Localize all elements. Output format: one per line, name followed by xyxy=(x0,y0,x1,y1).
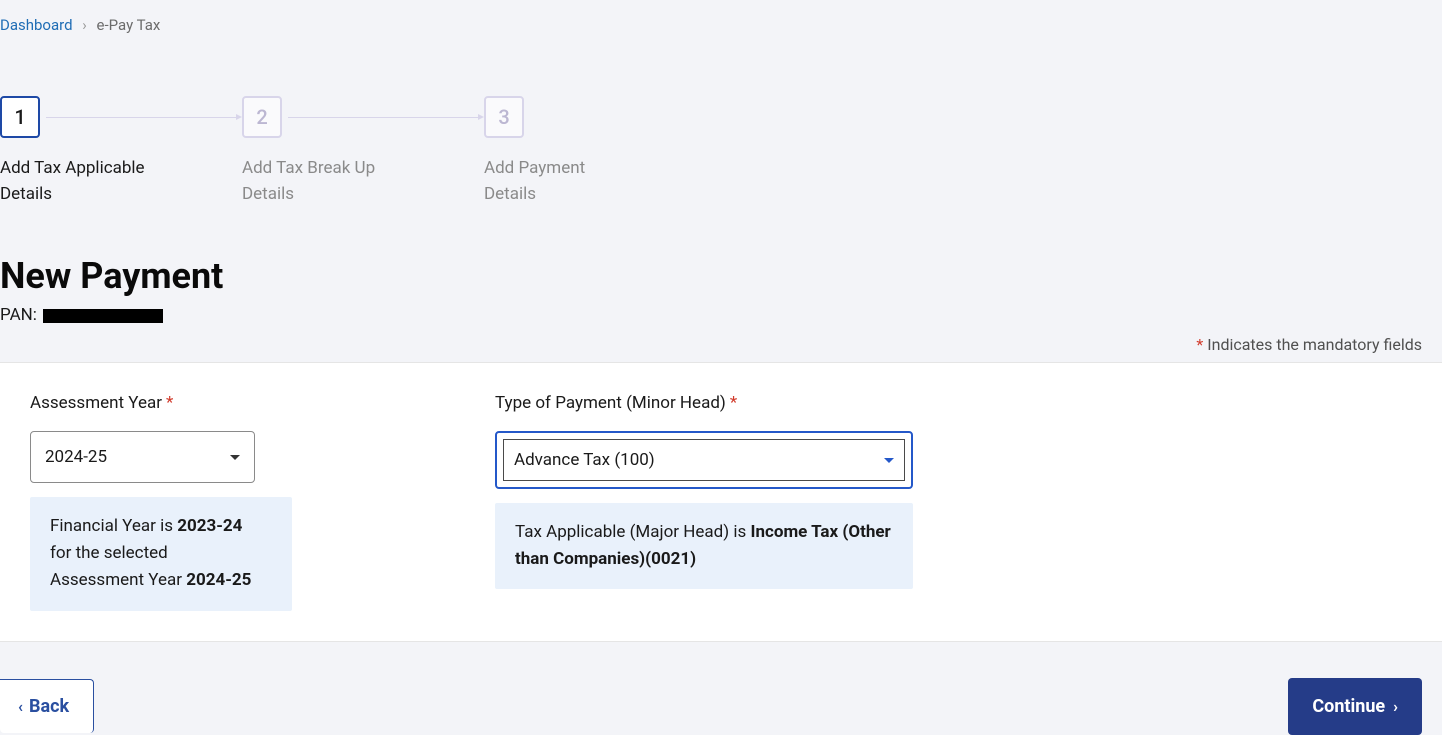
breadcrumb-separator: › xyxy=(82,16,87,34)
step-1-label: Add Tax Applicable Details xyxy=(0,156,170,207)
breadcrumb: Dashboard › e-Pay Tax xyxy=(0,0,1442,46)
assessment-year-column: Assessment Year* 2024-25 Financial Year … xyxy=(30,393,495,611)
mandatory-text: Indicates the mandatory fields xyxy=(1203,335,1422,354)
continue-button-label: Continue xyxy=(1312,696,1385,717)
footer-actions: ‹ Back Continue › xyxy=(0,642,1442,735)
step-3: 3 Add Payment Details xyxy=(484,96,624,207)
step-3-box: 3 xyxy=(484,96,524,138)
pan-value-redacted xyxy=(43,309,163,323)
chevron-left-icon: ‹ xyxy=(18,697,23,716)
step-connector-1 xyxy=(46,117,236,118)
back-button-label: Back xyxy=(29,696,69,717)
payment-type-info: Tax Applicable (Major Head) is Income Ta… xyxy=(495,503,913,589)
breadcrumb-dashboard[interactable]: Dashboard xyxy=(0,16,73,34)
payment-type-label: Type of Payment (Minor Head)* xyxy=(495,393,913,413)
step-1: 1 Add Tax Applicable Details xyxy=(0,96,242,207)
step-connector-2 xyxy=(288,117,478,118)
required-asterisk-icon: * xyxy=(730,393,737,413)
payment-type-select[interactable]: Advance Tax (100) xyxy=(495,431,913,489)
form-card: Assessment Year* 2024-25 Financial Year … xyxy=(0,362,1442,642)
required-asterisk-icon: * xyxy=(166,393,173,413)
caret-down-icon xyxy=(884,458,894,463)
assessment-year-select[interactable]: 2024-25 xyxy=(30,431,255,483)
pan-label: PAN: xyxy=(0,305,37,325)
page-title: New Payment xyxy=(0,255,1442,297)
continue-button[interactable]: Continue › xyxy=(1288,678,1422,735)
breadcrumb-current: e-Pay Tax xyxy=(97,16,161,34)
back-button[interactable]: ‹ Back xyxy=(0,679,94,733)
stepper: 1 Add Tax Applicable Details 2 Add Tax B… xyxy=(0,46,1442,207)
mandatory-note: * Indicates the mandatory fields xyxy=(0,335,1442,354)
step-2-box: 2 xyxy=(242,96,282,138)
chevron-right-icon: › xyxy=(1393,697,1398,716)
assessment-year-info: Financial Year is 2023-24 for the select… xyxy=(30,497,292,611)
payment-type-column: Type of Payment (Minor Head)* Advance Ta… xyxy=(495,393,913,611)
step-3-label: Add Payment Details xyxy=(484,156,624,207)
assessment-year-value: 2024-25 xyxy=(45,447,107,467)
pan-row: PAN: xyxy=(0,305,1442,325)
step-2: 2 Add Tax Break Up Details xyxy=(242,96,484,207)
caret-down-icon xyxy=(230,455,240,460)
assessment-year-label: Assessment Year* xyxy=(30,393,495,413)
step-1-box: 1 xyxy=(0,96,40,138)
payment-type-value: Advance Tax (100) xyxy=(514,450,655,470)
step-2-label: Add Tax Break Up Details xyxy=(242,156,412,207)
